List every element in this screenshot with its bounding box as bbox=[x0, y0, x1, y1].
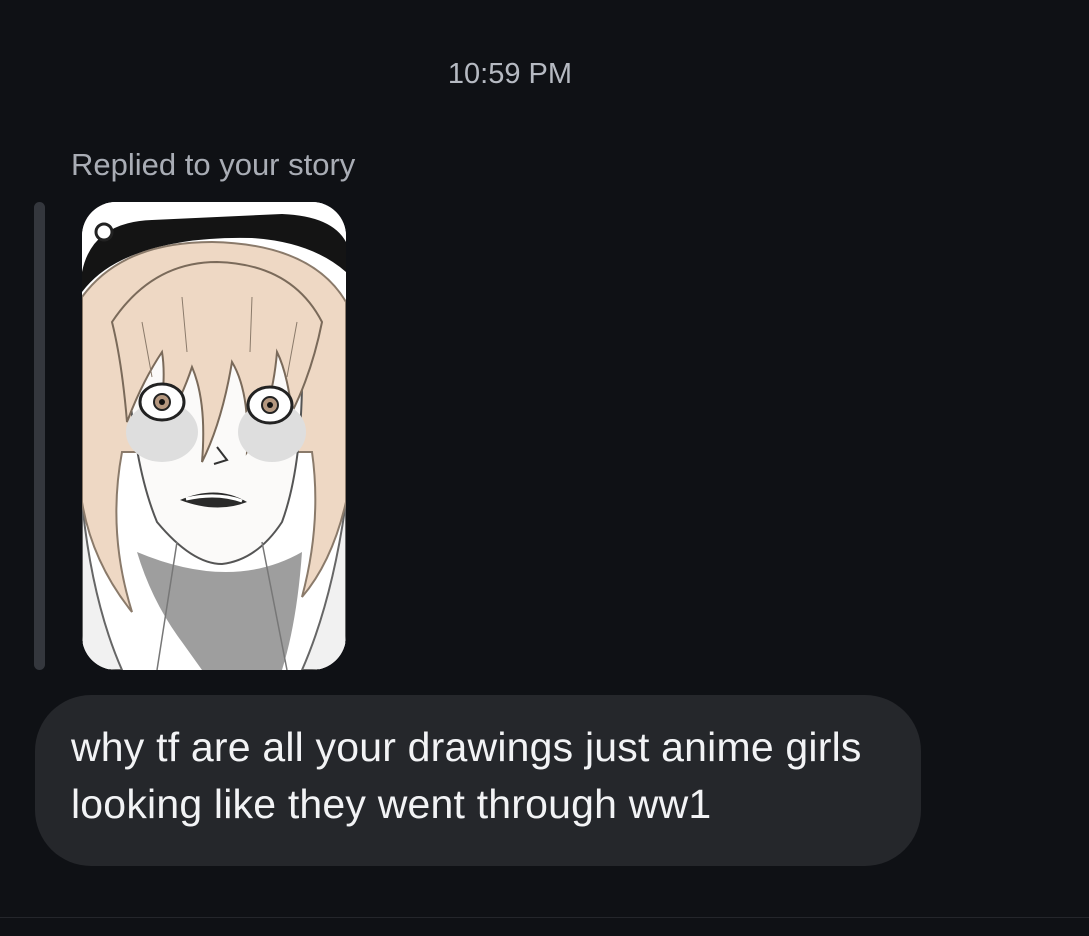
reply-indicator-bar bbox=[34, 202, 45, 670]
message-timestamp: 10:59 PM bbox=[447, 58, 573, 90]
reply-context-label: Replied to your story bbox=[71, 147, 356, 182]
divider bbox=[0, 917, 1089, 918]
message-text: why tf are all your drawings just anime … bbox=[71, 724, 862, 827]
anime-girl-drawing bbox=[82, 202, 346, 670]
message-bubble[interactable]: why tf are all your drawings just anime … bbox=[35, 695, 921, 866]
story-thumbnail[interactable] bbox=[82, 202, 346, 670]
